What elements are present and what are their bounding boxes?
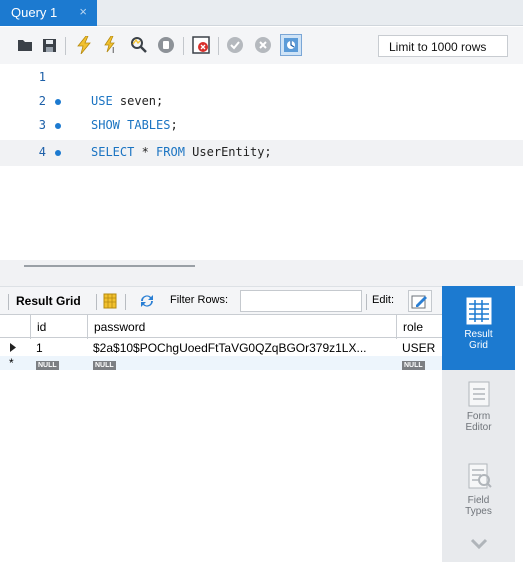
field-types-button[interactable]: Field Types [442,458,515,534]
result-grid-label: Result Grid [16,294,81,308]
editor-line: 1 [0,66,523,90]
chevron-down-icon[interactable] [442,538,515,560]
panel-splitter[interactable] [0,260,523,286]
edit-pencil-icon[interactable] [408,290,432,312]
column-header[interactable]: password [87,315,396,339]
statement-marker-icon [55,123,61,129]
execute-statement-icon[interactable]: I [102,36,120,54]
toggle-error-icon[interactable] [192,36,210,54]
cell-id[interactable]: 1 [30,338,87,356]
result-side-panel: Result Grid Form Editor Field Types [442,286,515,562]
folder-icon[interactable] [16,36,34,54]
new-row-marker-icon: * [9,356,14,370]
statement-marker-icon [55,99,61,105]
column-header[interactable]: role [396,315,442,339]
sql-toolbar: I Limit to 1000 rows [0,27,523,64]
autocommit-icon[interactable] [280,34,302,56]
editor-line-active: 4 SELECT * FROM UserEntity; [0,140,523,166]
form-editor-button[interactable]: Form Editor [442,376,515,452]
close-icon[interactable]: × [79,4,87,19]
column-header[interactable]: id [30,315,87,339]
field-types-icon [442,458,515,495]
rollback-icon[interactable] [254,36,272,54]
result-grid-text: Grid [469,340,488,351]
form-editor-text: Editor [465,422,492,433]
row-selected-icon [0,338,30,356]
result-toolbar: Result Grid Filter Rows: Edit: [0,286,442,314]
cell-password[interactable]: $2a$10$POChgUoedFtTaVG0QZqBGOr379z1LX... [87,338,396,356]
tab-title: Query 1 [11,5,58,20]
form-editor-icon [442,376,515,411]
filter-rows-input[interactable] [240,290,362,312]
form-editor-text: Form [466,411,491,422]
cell-role[interactable]: USER [396,338,442,356]
table-row[interactable]: 1 $2a$10$POChgUoedFtTaVG0QZqBGOr379z1LX.… [0,338,442,356]
line-number: 2 [38,94,46,108]
null-badge: NULL [93,361,116,370]
field-types-text: Types [465,506,492,517]
limit-rows-select[interactable]: Limit to 1000 rows [378,35,508,57]
panel-edge [515,286,523,562]
grid-layout-icon[interactable] [103,293,117,312]
svg-text:I: I [112,46,114,54]
null-badge: NULL [402,361,425,370]
null-badge: NULL [36,361,59,370]
sql-editor[interactable]: 1 2 USE seven; 3 SHOW TABLES; 4 SELECT *… [0,64,523,260]
line-number: 3 [38,118,46,132]
tab-bar: Query 1 × [0,0,523,26]
code-text: USE seven; [91,94,164,108]
result-grid-button[interactable]: Result Grid [442,286,515,370]
code-text: SELECT * FROM UserEntity; [91,145,272,159]
line-number: 4 [38,145,46,159]
result-grid: id password role 1 $2a$10$POChgUoedFtTaV… [0,314,442,562]
field-types-text: Field [467,495,490,506]
commit-icon[interactable] [226,36,244,54]
new-row[interactable]: * NULL NULL NULL [0,356,442,370]
editor-line: 3 SHOW TABLES; [0,114,523,138]
line-number: 1 [38,70,46,84]
result-grid-text: Result [464,329,493,340]
statement-marker-icon [55,150,61,156]
tab-query-1[interactable]: Query 1 × [0,0,97,26]
explain-icon[interactable] [130,36,148,54]
grid-header: id password role [0,314,442,339]
execute-icon[interactable] [75,36,93,54]
editor-line: 2 USE seven; [0,90,523,114]
stop-icon[interactable] [157,36,175,54]
save-icon[interactable] [40,36,58,54]
splitter-handle[interactable] [24,265,195,267]
result-grid-icon [442,286,515,329]
code-text: SHOW TABLES; [91,118,178,132]
refresh-icon[interactable] [138,293,156,312]
filter-rows-label: Filter Rows: [170,294,229,306]
edit-label: Edit: [372,294,395,306]
